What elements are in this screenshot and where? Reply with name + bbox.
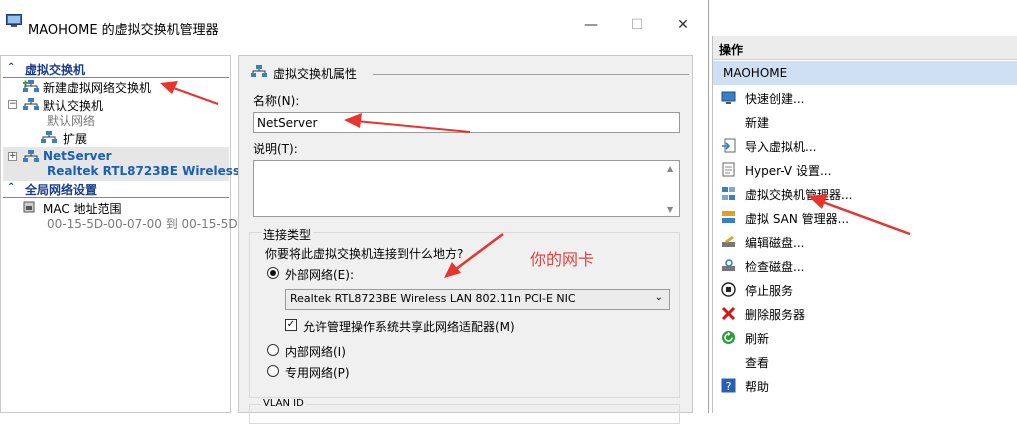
actions-header-label: 操作: [719, 43, 744, 57]
name-label: 名称(N):: [253, 94, 300, 108]
edit-disk-icon: [722, 236, 735, 247]
action-label: 检查磁盘...: [745, 260, 805, 274]
collapse-chevron-icon: ⌃: [7, 182, 16, 193]
virtual-switch-manager-window: MAOHOME 的虚拟交换机管理器 — ☐ ✕ ⌃ 虚拟交换机 新建虚拟网络交换…: [0, 0, 709, 424]
action-edit-disk[interactable]: 编辑磁盘...: [713, 230, 1017, 254]
action-label: Hyper-V 设置...: [745, 164, 832, 178]
internal-network-label[interactable]: 内部网络(I): [285, 343, 346, 360]
tree-item-netserver[interactable]: NetServer: [43, 149, 112, 163]
action-help[interactable]: ? 帮助: [713, 374, 1017, 398]
action-stop-service[interactable]: 停止服务: [713, 278, 1017, 302]
actions-header: 操作: [713, 36, 1017, 60]
network-switch-icon: [23, 98, 39, 110]
action-import-vm[interactable]: 导入虚拟机...: [713, 134, 1017, 158]
tree-subitem-default-network: 默认网络: [47, 114, 96, 128]
action-virtual-switch-manager[interactable]: 虚拟交换机管理器...: [713, 182, 1017, 206]
action-label: 编辑磁盘...: [745, 236, 805, 250]
action-label: 查看: [745, 356, 770, 370]
action-remove-server[interactable]: 删除服务器: [713, 302, 1017, 326]
connection-question: 你要将此虚拟交换机连接到什么地方?: [265, 247, 464, 261]
tree-item-extensions[interactable]: 扩展: [63, 130, 87, 147]
title-bar: MAOHOME 的虚拟交换机管理器 — ☐ ✕: [0, 0, 708, 40]
svg-text:?: ?: [726, 380, 732, 393]
action-quick-create[interactable]: 快速创建...: [713, 86, 1017, 110]
action-hyperv-settings[interactable]: Hyper-V 设置...: [713, 158, 1017, 182]
scroll-down-icon[interactable]: ▼: [667, 205, 673, 214]
window-title: MAOHOME 的虚拟交换机管理器: [28, 23, 219, 38]
action-view[interactable]: 查看: [713, 350, 1017, 374]
properties-header: 虚拟交换机属性: [273, 67, 358, 81]
vlan-id-label: VLAN ID: [261, 398, 306, 409]
switch-properties-pane: 虚拟交换机属性 名称(N): 说明(T): ▲ ▼ 连接类型 你要将此虚拟交换机…: [238, 55, 693, 424]
header-divider: [373, 74, 689, 75]
action-label: 刷新: [745, 332, 770, 346]
external-network-radio[interactable]: [267, 267, 279, 279]
action-label: 新建: [745, 116, 770, 130]
hyperv-app-icon: [6, 14, 22, 27]
stop-icon: [721, 282, 736, 297]
allow-management-label[interactable]: 允许管理操作系统共享此网络适配器(M): [303, 318, 515, 335]
minimize-button[interactable]: —: [568, 10, 614, 40]
action-label: 帮助: [745, 380, 770, 394]
add-switch-icon: [23, 80, 39, 92]
section-label: 虚拟交换机: [25, 63, 86, 77]
network-adapter-select[interactable]: Realtek RTL8723BE Wireless LAN 802.11n P…: [285, 289, 670, 310]
san-icon: [722, 211, 735, 223]
action-label: 虚拟 SAN 管理器...: [745, 212, 850, 226]
collapse-toggle-icon[interactable]: −: [8, 100, 17, 109]
adapter-selected-value: Realtek RTL8723BE Wireless LAN 802.11n P…: [290, 292, 576, 305]
action-virtual-san-manager[interactable]: 虚拟 SAN 管理器...: [713, 206, 1017, 230]
connection-type-label: 连接类型: [261, 226, 314, 243]
action-inspect-disk[interactable]: 检查磁盘...: [713, 254, 1017, 278]
network-port-icon: [23, 201, 35, 213]
switch-notes-field[interactable]: [253, 160, 680, 217]
collapse-chevron-icon: ⌃: [7, 62, 16, 73]
settings-page-icon: [722, 162, 735, 177]
scroll-up-icon[interactable]: ▲: [667, 164, 673, 173]
action-label: 删除服务器: [745, 308, 806, 322]
help-icon: ?: [721, 378, 736, 393]
private-network-radio[interactable]: [267, 365, 279, 377]
import-icon: [722, 138, 736, 153]
vlan-group: [249, 404, 680, 424]
tree-subitem-adapter: Realtek RTL8723BE Wireless L...: [47, 164, 266, 178]
internal-network-radio[interactable]: [267, 344, 279, 356]
external-network-label[interactable]: 外部网络(E):: [285, 266, 354, 283]
action-label: 停止服务: [745, 284, 794, 298]
actions-pane: 操作 MAOHOME 快速创建... 新建 导入虚拟机... Hyper-V 设…: [712, 36, 1017, 413]
section-virtual-switches[interactable]: ⌃ 虚拟交换机: [3, 61, 229, 78]
host-group-header[interactable]: MAOHOME: [713, 61, 1017, 85]
notes-label: 说明(T):: [253, 142, 298, 156]
section-global-network[interactable]: ⌃ 全局网络设置: [3, 181, 229, 198]
private-network-label[interactable]: 专用网络(P): [285, 364, 350, 381]
inspect-disk-icon: [722, 259, 735, 271]
network-switch-icon: [251, 65, 267, 77]
network-switch-icon: [23, 150, 39, 162]
refresh-icon: [722, 331, 735, 344]
monitor-icon: [721, 91, 736, 104]
action-new[interactable]: 新建: [713, 110, 1017, 134]
tree-item-new-switch[interactable]: 新建虚拟网络交换机: [43, 79, 151, 96]
chevron-down-icon: ⌄: [654, 292, 663, 303]
host-name: MAOHOME: [723, 66, 788, 80]
section-label: 全局网络设置: [25, 183, 98, 197]
expand-toggle-icon[interactable]: +: [8, 152, 17, 161]
switch-name-field[interactable]: [253, 112, 680, 133]
action-label: 导入虚拟机...: [745, 140, 817, 154]
tree-subitem-mac-value: 00-15-5D-00-07-00 到 00-15-5D-0...: [47, 217, 261, 231]
maximize-button[interactable]: ☐: [614, 10, 660, 40]
delete-x-icon: [721, 306, 736, 321]
close-button[interactable]: ✕: [660, 10, 706, 40]
switch-tree-pane: ⌃ 虚拟交换机 新建虚拟网络交换机 − 默认交换机 默认网络 扩展 + NetS…: [0, 55, 266, 413]
extension-icon: [41, 131, 57, 143]
annotation-your-nic: 你的网卡: [530, 250, 595, 269]
allow-management-checkbox[interactable]: ✓: [285, 319, 297, 331]
action-label: 快速创建...: [745, 92, 805, 106]
action-refresh[interactable]: 刷新: [713, 326, 1017, 350]
action-label: 虚拟交换机管理器...: [745, 188, 853, 202]
network-switch-icon: [722, 187, 735, 200]
